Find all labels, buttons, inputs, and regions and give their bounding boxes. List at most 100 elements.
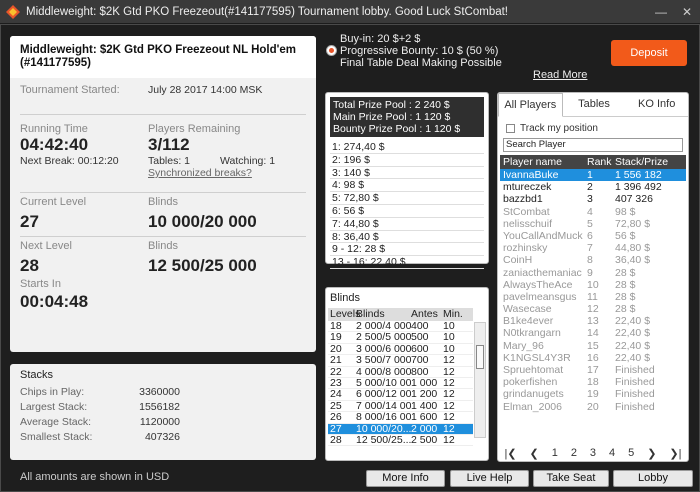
player-cell: 6 <box>587 229 593 242</box>
player-cell: 15 <box>587 339 599 352</box>
player-row[interactable]: rozhinsky 7 44,80 $ <box>500 242 686 254</box>
tab-all-players[interactable]: All Players <box>498 93 563 117</box>
close-icon[interactable]: ✕ <box>674 5 700 19</box>
current-blinds-block: Blinds 10 000/20 000 <box>148 196 308 232</box>
player-cell: 72,80 $ <box>615 217 651 230</box>
read-more-link[interactable]: Read More <box>533 69 587 81</box>
blind-cell: 1 600 <box>411 412 438 424</box>
player-cell: K1NGSL4Y3R <box>503 351 571 364</box>
stacks-title: Stacks <box>20 369 54 381</box>
player-row[interactable]: StCombat 4 98 $ <box>500 206 686 218</box>
blind-cell: 400 <box>411 321 429 332</box>
blind-cell: 2 500 <box>411 434 438 446</box>
player-row[interactable]: zaniacthemaniac 9 28 $ <box>500 267 686 279</box>
player-row[interactable]: YouCallAndMuck 6 56 $ <box>500 230 686 242</box>
player-row[interactable]: IvannaBuke 1 1 556 182 <box>500 169 686 182</box>
player-row[interactable]: CoinH 8 36,40 $ <box>500 254 686 266</box>
column-header[interactable]: Stack/Prize <box>612 155 686 169</box>
watching-count: Watching: 1 <box>220 155 276 167</box>
player-row[interactable]: K1NGSL4Y3R 16 22,40 $ <box>500 352 686 364</box>
tournament-header: Middleweight: $2K Gtd PKO Freezeout NL H… <box>10 36 316 78</box>
blind-level-row[interactable]: 23 5 000/10 0001 000 12 <box>328 377 473 390</box>
deal-line: Final Table Deal Making Possible <box>340 57 502 69</box>
player-row[interactable]: nelisschuif 5 72,80 $ <box>500 218 686 230</box>
player-row[interactable]: Spruehtomat 17 Finished <box>500 364 686 376</box>
blind-level-row[interactable]: 21 3 500/7 000 700 12 <box>328 355 473 367</box>
synchronized-breaks-link[interactable]: Synchronized breaks? <box>148 167 308 179</box>
column-header[interactable]: Player name <box>500 155 584 169</box>
player-row[interactable]: Elman_2006 20 Finished <box>500 401 686 413</box>
blind-level-row[interactable]: 27 10 000/20... 2 000 12 <box>328 423 473 435</box>
last-page-icon[interactable]: ❯| <box>669 447 681 460</box>
player-row[interactable]: Wasecase 12 28 $ <box>500 303 686 315</box>
column-header[interactable]: Levels <box>328 308 360 321</box>
currency-footnote: All amounts are shown in USD <box>20 471 170 483</box>
blind-level-row[interactable]: 26 8 000/16 0001 600 12 <box>328 412 473 424</box>
player-cell: 9 <box>587 266 593 279</box>
minimize-icon[interactable]: — <box>648 5 674 19</box>
column-header[interactable]: Antes <box>411 308 443 321</box>
blind-level-row[interactable]: 18 2 000/4 000 400 10 <box>328 321 473 333</box>
blind-level-row[interactable]: 19 2 500/5 000 500 10 <box>328 332 473 344</box>
search-player-input[interactable]: Search Player <box>503 138 683 152</box>
blind-cell: 20 <box>330 343 342 355</box>
started-row: Tournament Started: July 28 2017 14:00 M… <box>20 84 306 96</box>
blinds-scrollbar[interactable] <box>474 322 486 438</box>
tab-ko-info[interactable]: KO Info <box>625 93 688 116</box>
page-3[interactable]: 3 <box>590 447 596 460</box>
player-row[interactable]: Mary_96 15 22,40 $ <box>500 340 686 352</box>
column-header[interactable]: Blinds <box>356 308 411 321</box>
prize-place: 2: 196 $ <box>330 154 484 167</box>
scrollbar-thumb[interactable] <box>476 345 484 369</box>
blind-cell: 10 <box>443 343 455 355</box>
page-2[interactable]: 2 <box>571 447 577 460</box>
current-blinds-value: 10 000/20 000 <box>148 212 257 231</box>
window-title: Middleweight: $2K Gtd PKO Freezeout(#141… <box>26 5 509 18</box>
player-row[interactable]: AlwaysTheAce 10 28 $ <box>500 279 686 291</box>
player-row[interactable]: B1ke4ever 13 22,40 $ <box>500 315 686 327</box>
deposit-button[interactable]: Deposit <box>611 40 687 66</box>
blind-level-row[interactable]: 25 7 000/14 0001 400 12 <box>328 401 473 413</box>
blind-cell: 3 000/6 000 <box>356 343 411 355</box>
tables-count: Tables: 1 <box>148 155 191 167</box>
tab-tables[interactable]: Tables <box>563 93 626 116</box>
blind-level-row[interactable]: 24 6 000/12 0001 200 12 <box>328 389 473 401</box>
player-cell: Mary_96 <box>503 339 544 352</box>
player-row[interactable]: N0tkrangarn 14 22,40 $ <box>500 327 686 339</box>
track-checkbox[interactable] <box>506 123 515 133</box>
column-header[interactable]: Rank <box>584 155 612 169</box>
page-4[interactable]: 4 <box>609 447 615 460</box>
track-position[interactable]: Track my position <box>506 123 598 134</box>
next-page-icon[interactable]: ❯ <box>647 447 656 460</box>
player-row[interactable]: mtureczek 2 1 396 492 <box>500 181 686 193</box>
live-help-button[interactable]: Live Help <box>450 470 529 487</box>
player-row[interactable]: pavelmeansgus 11 28 $ <box>500 291 686 303</box>
player-row[interactable]: grindanugets 19 Finished <box>500 388 686 400</box>
blind-level-row[interactable]: 22 4 000/8 000 800 12 <box>328 367 473 378</box>
blind-level-row[interactable]: 20 3 000/6 000 600 10 <box>328 343 473 356</box>
prize-list: 1: 274,40 $2: 196 $3: 140 $4: 98 $5: 72,… <box>330 141 484 269</box>
page-1[interactable]: 1 <box>552 447 558 460</box>
player-cell: mtureczek <box>503 181 552 194</box>
total-prize-pool: Total Prize Pool : 2 240 $ <box>333 99 450 111</box>
starts-in-label: Starts In <box>20 278 61 290</box>
blind-cell: 700 <box>411 355 429 367</box>
player-row[interactable]: pokerfishen 18 Finished <box>500 376 686 388</box>
player-cell: Elman_2006 <box>503 400 562 413</box>
prev-page-icon[interactable]: ❮ <box>530 447 539 460</box>
first-page-icon[interactable]: |❮ <box>504 447 516 460</box>
blinds-label: Blinds <box>148 196 178 208</box>
page-5[interactable]: 5 <box>628 447 634 460</box>
blind-level-row[interactable]: 28 12 500/25... 2 500 12 <box>328 434 473 447</box>
blind-cell: 8 000/16 000 <box>356 412 411 423</box>
stack-label: Chips in Play: <box>20 386 85 398</box>
blind-cell: 5 000/10 000 <box>356 377 411 389</box>
player-cell: Wasecase <box>503 303 552 316</box>
column-header[interactable]: Min. <box>443 308 471 321</box>
more-info-button[interactable]: More Info <box>366 470 445 487</box>
take-seat-button[interactable]: Take Seat <box>533 470 609 487</box>
prize-place: 6: 56 $ <box>330 205 484 218</box>
player-row[interactable]: bazzbd1 3 407 326 <box>500 193 686 205</box>
bounty-indicator-icon <box>326 45 337 56</box>
lobby-button[interactable]: Lobby <box>613 470 693 487</box>
